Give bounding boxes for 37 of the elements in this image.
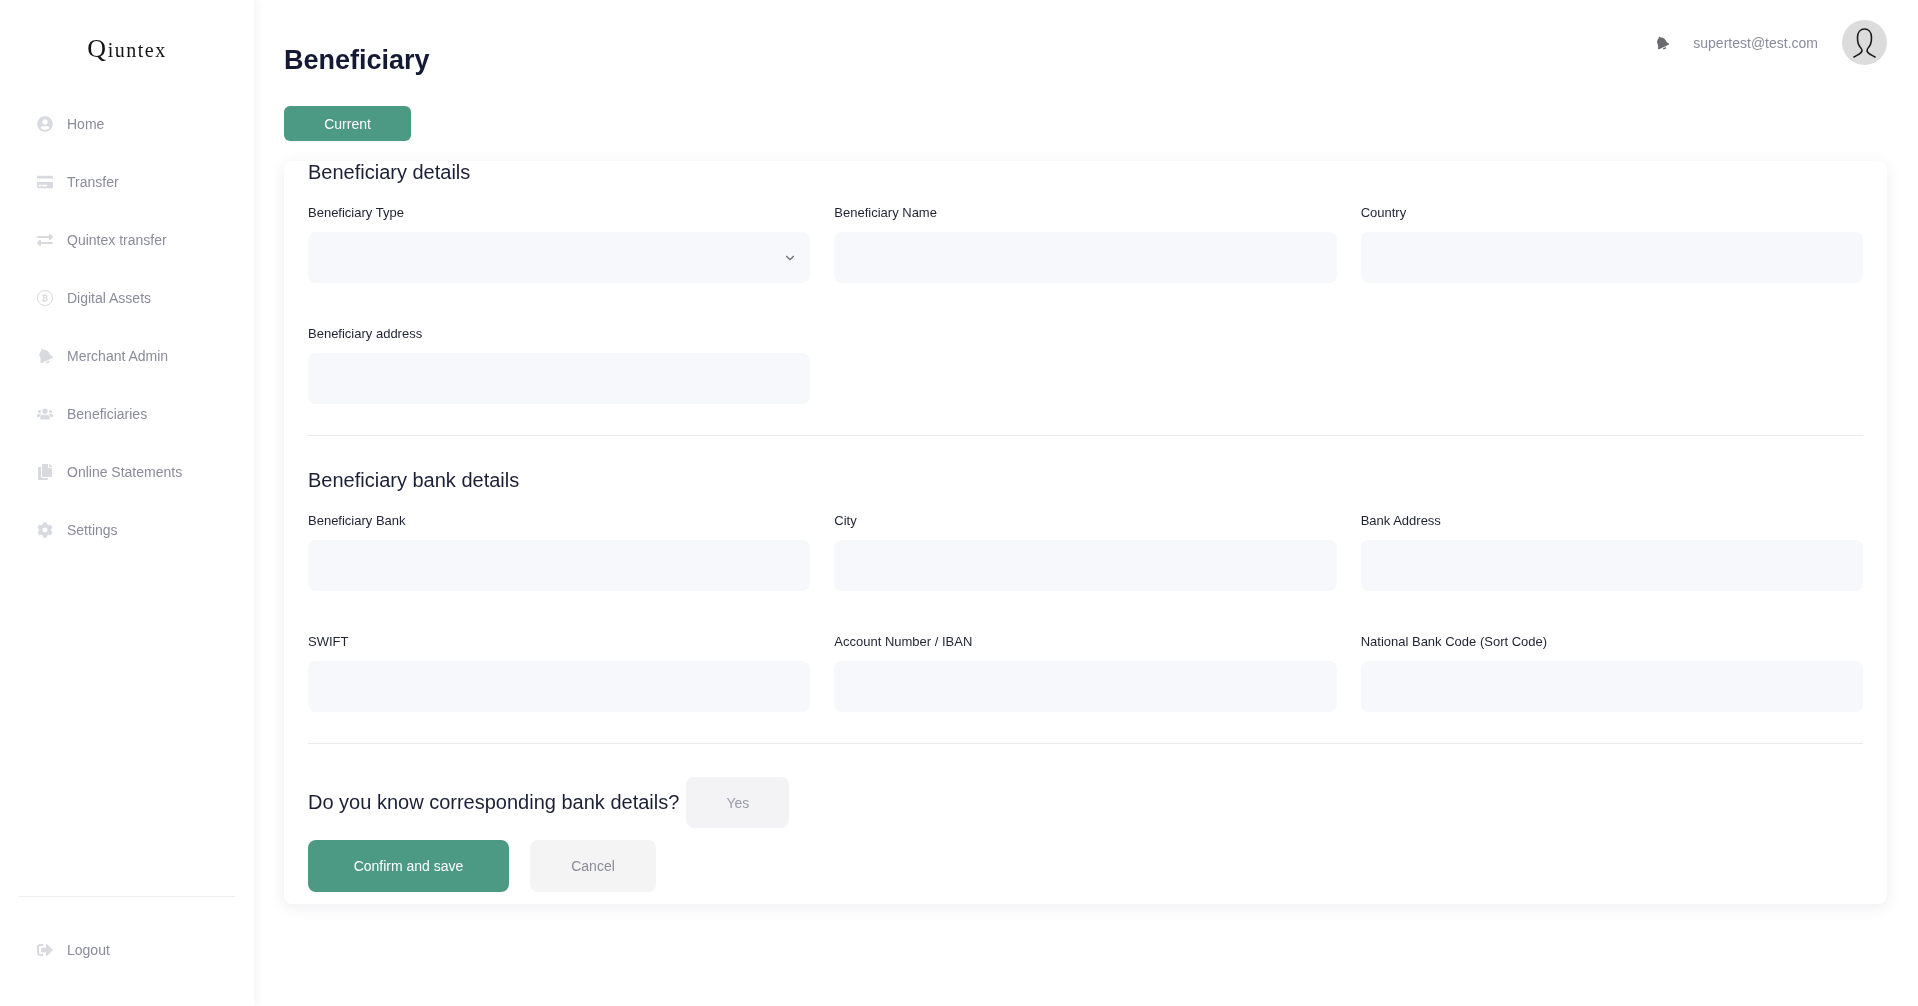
- cancel-button[interactable]: Cancel: [530, 840, 656, 892]
- nav-link[interactable]: Transfer: [0, 153, 131, 211]
- field-label: Beneficiary Name: [834, 205, 937, 221]
- field-label: Beneficiary address: [308, 326, 423, 342]
- nav-link[interactable]: Settings: [0, 501, 130, 559]
- field-label: Bank Address: [1360, 513, 1441, 529]
- field-label: Beneficiary Type: [308, 205, 404, 221]
- tab[interactable]: Current: [284, 106, 411, 141]
- nav-link[interactable]: Beneficiaries: [0, 385, 160, 443]
- question-text: Do you know corresponding bank details?: [308, 791, 680, 814]
- section-title: Beneficiary bank details: [308, 469, 521, 491]
- yes-toggle[interactable]: Yes: [686, 777, 790, 828]
- dropdown-field[interactable]: [308, 232, 811, 283]
- field-label: Country: [1360, 205, 1407, 221]
- logout-link[interactable]: Logout: [0, 921, 254, 979]
- field-label: Beneficiary Bank: [308, 513, 406, 529]
- nav-link[interactable]: Digital Assets: [0, 269, 164, 327]
- settings-icon: [37, 522, 53, 538]
- logout-icon: [37, 942, 53, 958]
- arrows-icon: [37, 232, 53, 248]
- credit-card-icon: [37, 174, 53, 190]
- nav-link[interactable]: Online Statements: [0, 443, 195, 501]
- field-label: City: [834, 513, 857, 529]
- confirm-button[interactable]: Confirm and save: [308, 840, 509, 892]
- nav-link[interactable]: Merchant Admin: [0, 327, 181, 385]
- field-label: Account Number / IBAN: [834, 634, 973, 650]
- field-label: SWIFT: [308, 634, 349, 650]
- logo[interactable]: Qiuntex: [87, 34, 167, 64]
- field-label: National Bank Code (Sort Code): [1360, 634, 1548, 650]
- avatar-icon[interactable]: [1842, 20, 1887, 65]
- user-email: supertest@test.com: [1693, 34, 1818, 51]
- nav-link[interactable]: Quintex transfer: [0, 211, 179, 269]
- nav-link[interactable]: Home: [0, 95, 117, 153]
- users-icon: [37, 406, 53, 422]
- page-title: Beneficiary: [284, 44, 430, 76]
- section-title: Beneficiary details: [308, 161, 472, 183]
- documents-icon: [37, 464, 53, 480]
